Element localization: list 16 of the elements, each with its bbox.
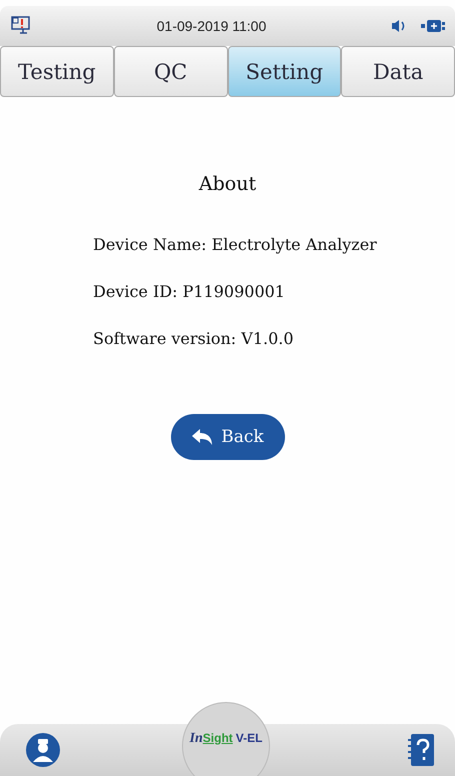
tab[interactable]: QC xyxy=(114,46,228,97)
back-arrow-icon xyxy=(191,428,214,446)
logo-text: InSight V-EL xyxy=(190,731,262,747)
help-book-icon[interactable] xyxy=(407,733,435,767)
info-text: Device Name: Electrolyte Analyzer xyxy=(93,235,377,254)
nurse-avatar-icon[interactable] xyxy=(26,733,60,767)
back-button[interactable]: Back xyxy=(170,414,284,460)
tab[interactable]: Setting xyxy=(228,46,342,97)
speaker-icon xyxy=(391,19,407,33)
info-text: Software version: V1.0.0 xyxy=(93,329,295,348)
page-title: About xyxy=(198,173,256,195)
info-text: Device ID: P119090001 xyxy=(93,282,286,301)
tab[interactable]: Testing xyxy=(0,46,114,97)
battery-plug-icon xyxy=(421,18,445,34)
date-time: 01-09-2019 11:00 xyxy=(156,18,268,34)
tab[interactable]: Data xyxy=(341,46,455,97)
